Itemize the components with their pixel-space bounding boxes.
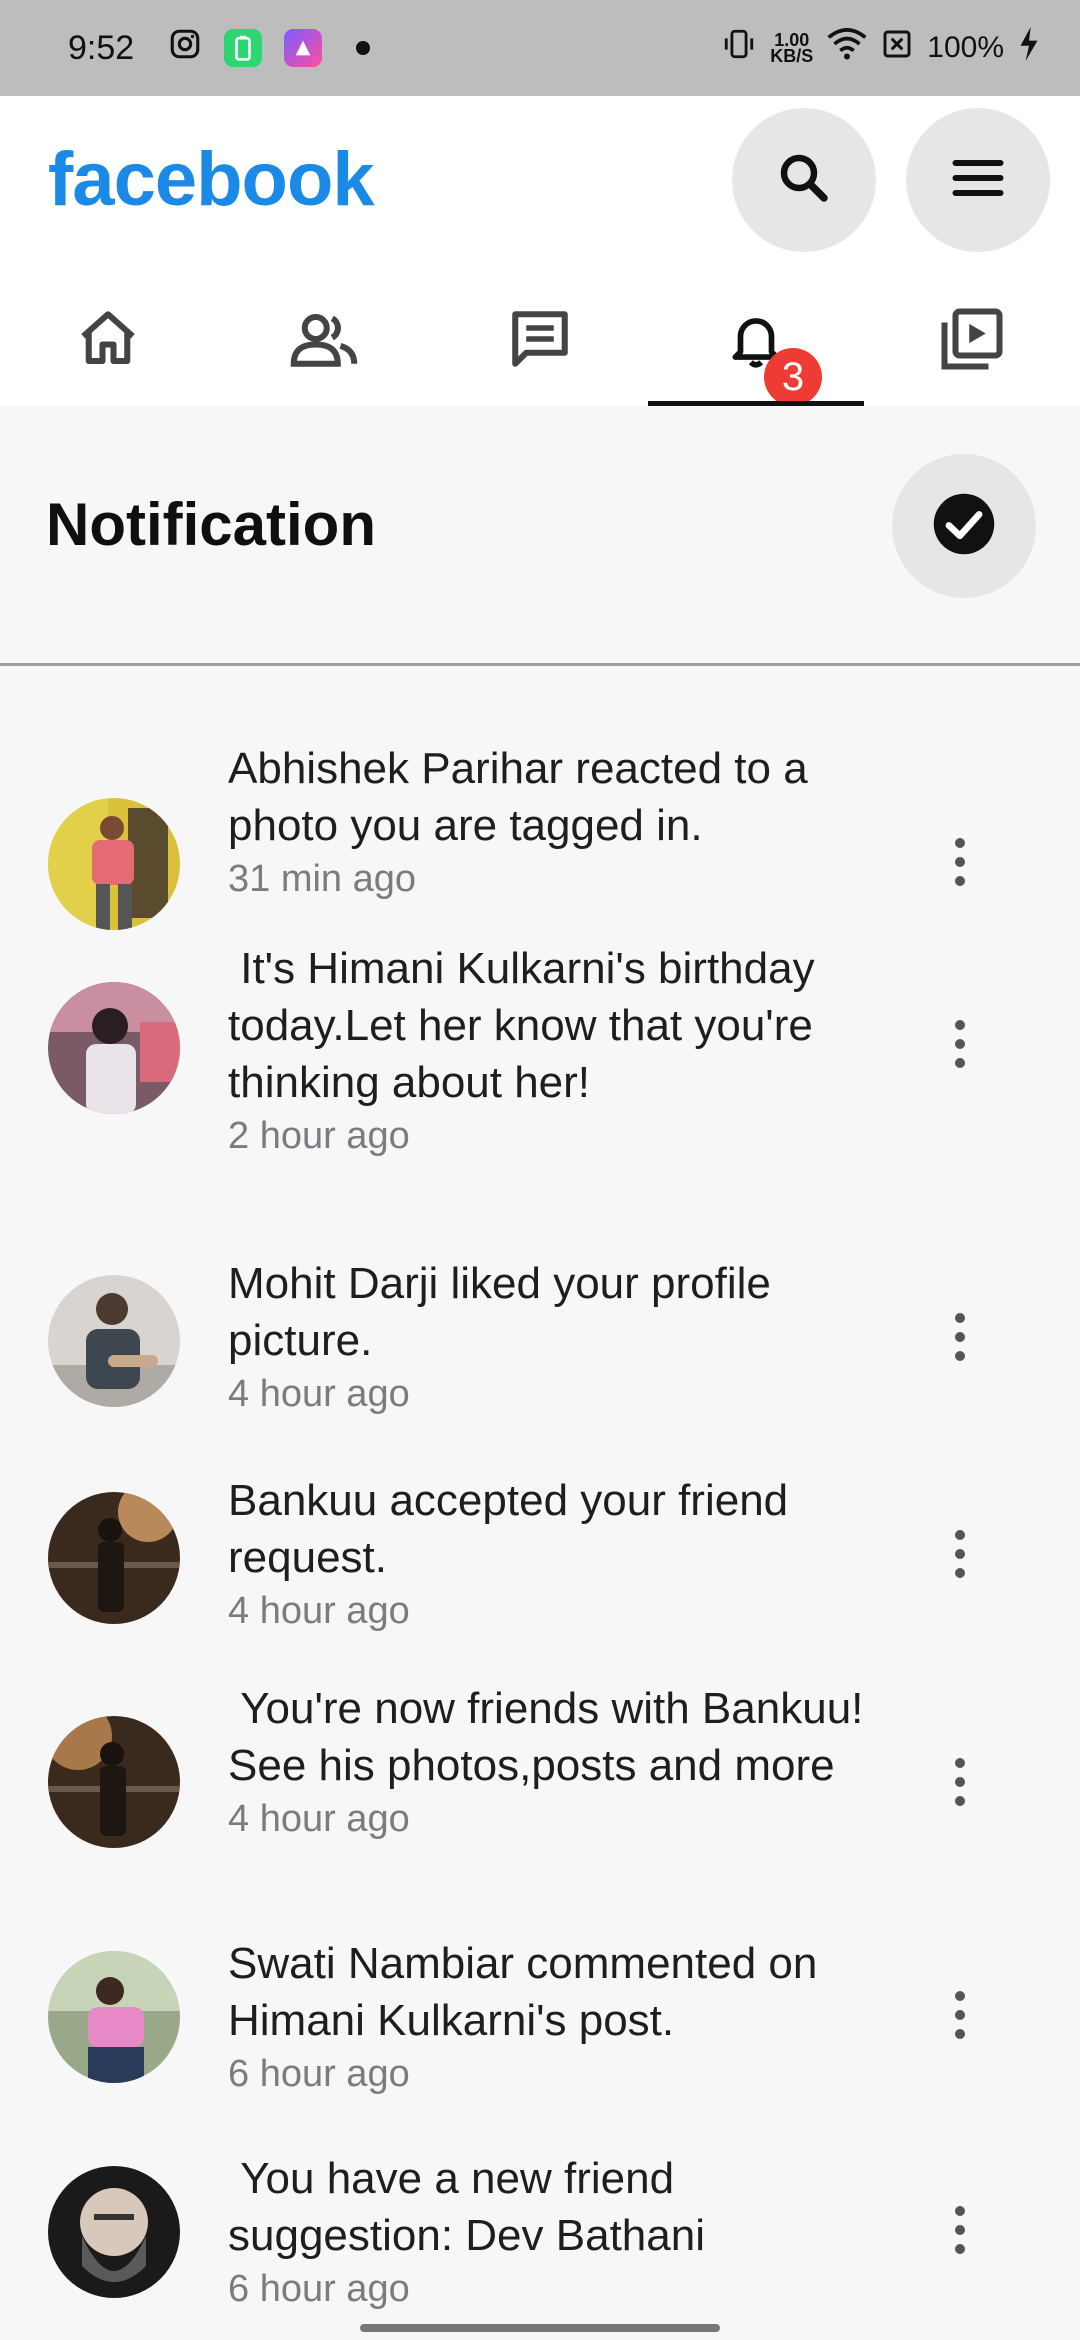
notification-text: Mohit Darji liked your profile picture. … — [228, 1255, 868, 1419]
notification-time: 2 hour ago — [228, 1115, 410, 1157]
more-options-button[interactable] — [940, 1006, 980, 1086]
tab-friends[interactable] — [216, 276, 432, 406]
no-sim-icon — [881, 28, 913, 68]
notification-message: It's Himani Kulkarni's birthday today.Le… — [228, 944, 827, 1107]
avatar — [48, 1716, 180, 1848]
search-button[interactable] — [732, 108, 876, 252]
wifi-icon — [827, 27, 867, 69]
notification-message: Mohit Darji liked your profile picture. — [228, 1259, 784, 1365]
menu-button[interactable] — [906, 108, 1050, 252]
notification-message: Abhishek Parihar reacted to a photo you … — [228, 744, 820, 850]
search-icon — [774, 148, 834, 213]
more-vertical-icon — [953, 2204, 967, 2261]
notification-count-badge: 3 — [764, 348, 822, 406]
instagram-icon — [168, 27, 202, 70]
notification-message: You're now friends with Bankuu! See his … — [228, 1684, 876, 1790]
tab-bar: 3 — [0, 276, 1080, 406]
notification-time: 4 hour ago — [228, 1798, 410, 1840]
vibrate-icon — [722, 27, 756, 69]
avatar — [48, 982, 180, 1114]
avatar — [48, 1951, 180, 2083]
avatar — [48, 1492, 180, 1624]
tab-watch[interactable] — [864, 276, 1080, 406]
notification-message: Bankuu accepted your friend request. — [228, 1476, 801, 1582]
avatar — [48, 798, 180, 930]
status-bar: 9:52 1.00 KB/S 100% — [0, 0, 1080, 96]
more-vertical-icon — [953, 1311, 967, 1368]
charging-icon — [1018, 27, 1040, 69]
video-icon — [939, 306, 1005, 377]
notification-time: 31 min ago — [228, 858, 417, 900]
notification-time: 4 hour ago — [228, 1590, 410, 1632]
more-vertical-icon — [953, 1989, 967, 2046]
hamburger-menu-icon — [948, 148, 1008, 213]
notification-text: It's Himani Kulkarni's birthday today.Le… — [228, 940, 868, 1161]
notification-title-section: Notification — [0, 406, 1080, 666]
notification-time: 4 hour ago — [228, 1373, 410, 1415]
more-options-button[interactable] — [940, 1977, 980, 2057]
status-time: 9:52 — [68, 28, 135, 67]
more-options-button[interactable] — [940, 1744, 980, 1824]
friends-icon — [288, 306, 360, 377]
message-icon — [507, 306, 573, 377]
shortcut-app-icon — [284, 29, 323, 67]
notification-time: 6 hour ago — [228, 2053, 410, 2095]
avatar — [48, 2166, 180, 2298]
more-vertical-icon — [953, 1528, 967, 1585]
more-options-button[interactable] — [940, 1516, 980, 1596]
more-vertical-icon — [953, 1018, 967, 1075]
battery-level: 100% — [927, 31, 1004, 64]
mark-all-read-button[interactable] — [892, 454, 1036, 598]
gesture-navigation-bar[interactable] — [360, 2324, 720, 2332]
page-title: Notification — [46, 491, 376, 558]
net-speed: 1.00 KB/S — [770, 31, 814, 66]
app-header: facebook 3 — [0, 96, 1080, 406]
notification-time: 6 hour ago — [228, 2268, 410, 2310]
tab-home[interactable] — [0, 276, 216, 406]
notification-text: You're now friends with Bankuu! See his … — [228, 1680, 868, 1844]
notification-message: Swati Nambiar commented on Himani Kulkar… — [228, 1939, 830, 2045]
notification-text: Bankuu accepted your friend request. 4 h… — [228, 1472, 868, 1636]
tab-messages[interactable] — [432, 276, 648, 406]
home-icon — [75, 306, 141, 377]
notification-message: You have a new friend suggestion: Dev Ba… — [228, 2154, 705, 2260]
net-speed-unit: KB/S — [770, 46, 814, 66]
tab-notifications[interactable]: 3 — [648, 276, 864, 406]
notification-dot-icon — [356, 41, 371, 55]
more-options-button[interactable] — [940, 2192, 980, 2272]
battery-saver-app-icon — [224, 29, 263, 67]
facebook-logo[interactable]: facebook — [48, 136, 375, 223]
notification-text: You have a new friend suggestion: Dev Ba… — [228, 2150, 868, 2314]
notification-text: Abhishek Parihar reacted to a photo you … — [228, 740, 868, 904]
more-options-button[interactable] — [940, 1299, 980, 1379]
avatar — [48, 1275, 180, 1407]
more-vertical-icon — [953, 1756, 967, 1813]
more-options-button[interactable] — [940, 824, 980, 904]
check-circle-icon — [931, 491, 997, 562]
notification-text: Swati Nambiar commented on Himani Kulkar… — [228, 1935, 868, 2099]
more-vertical-icon — [953, 836, 967, 893]
